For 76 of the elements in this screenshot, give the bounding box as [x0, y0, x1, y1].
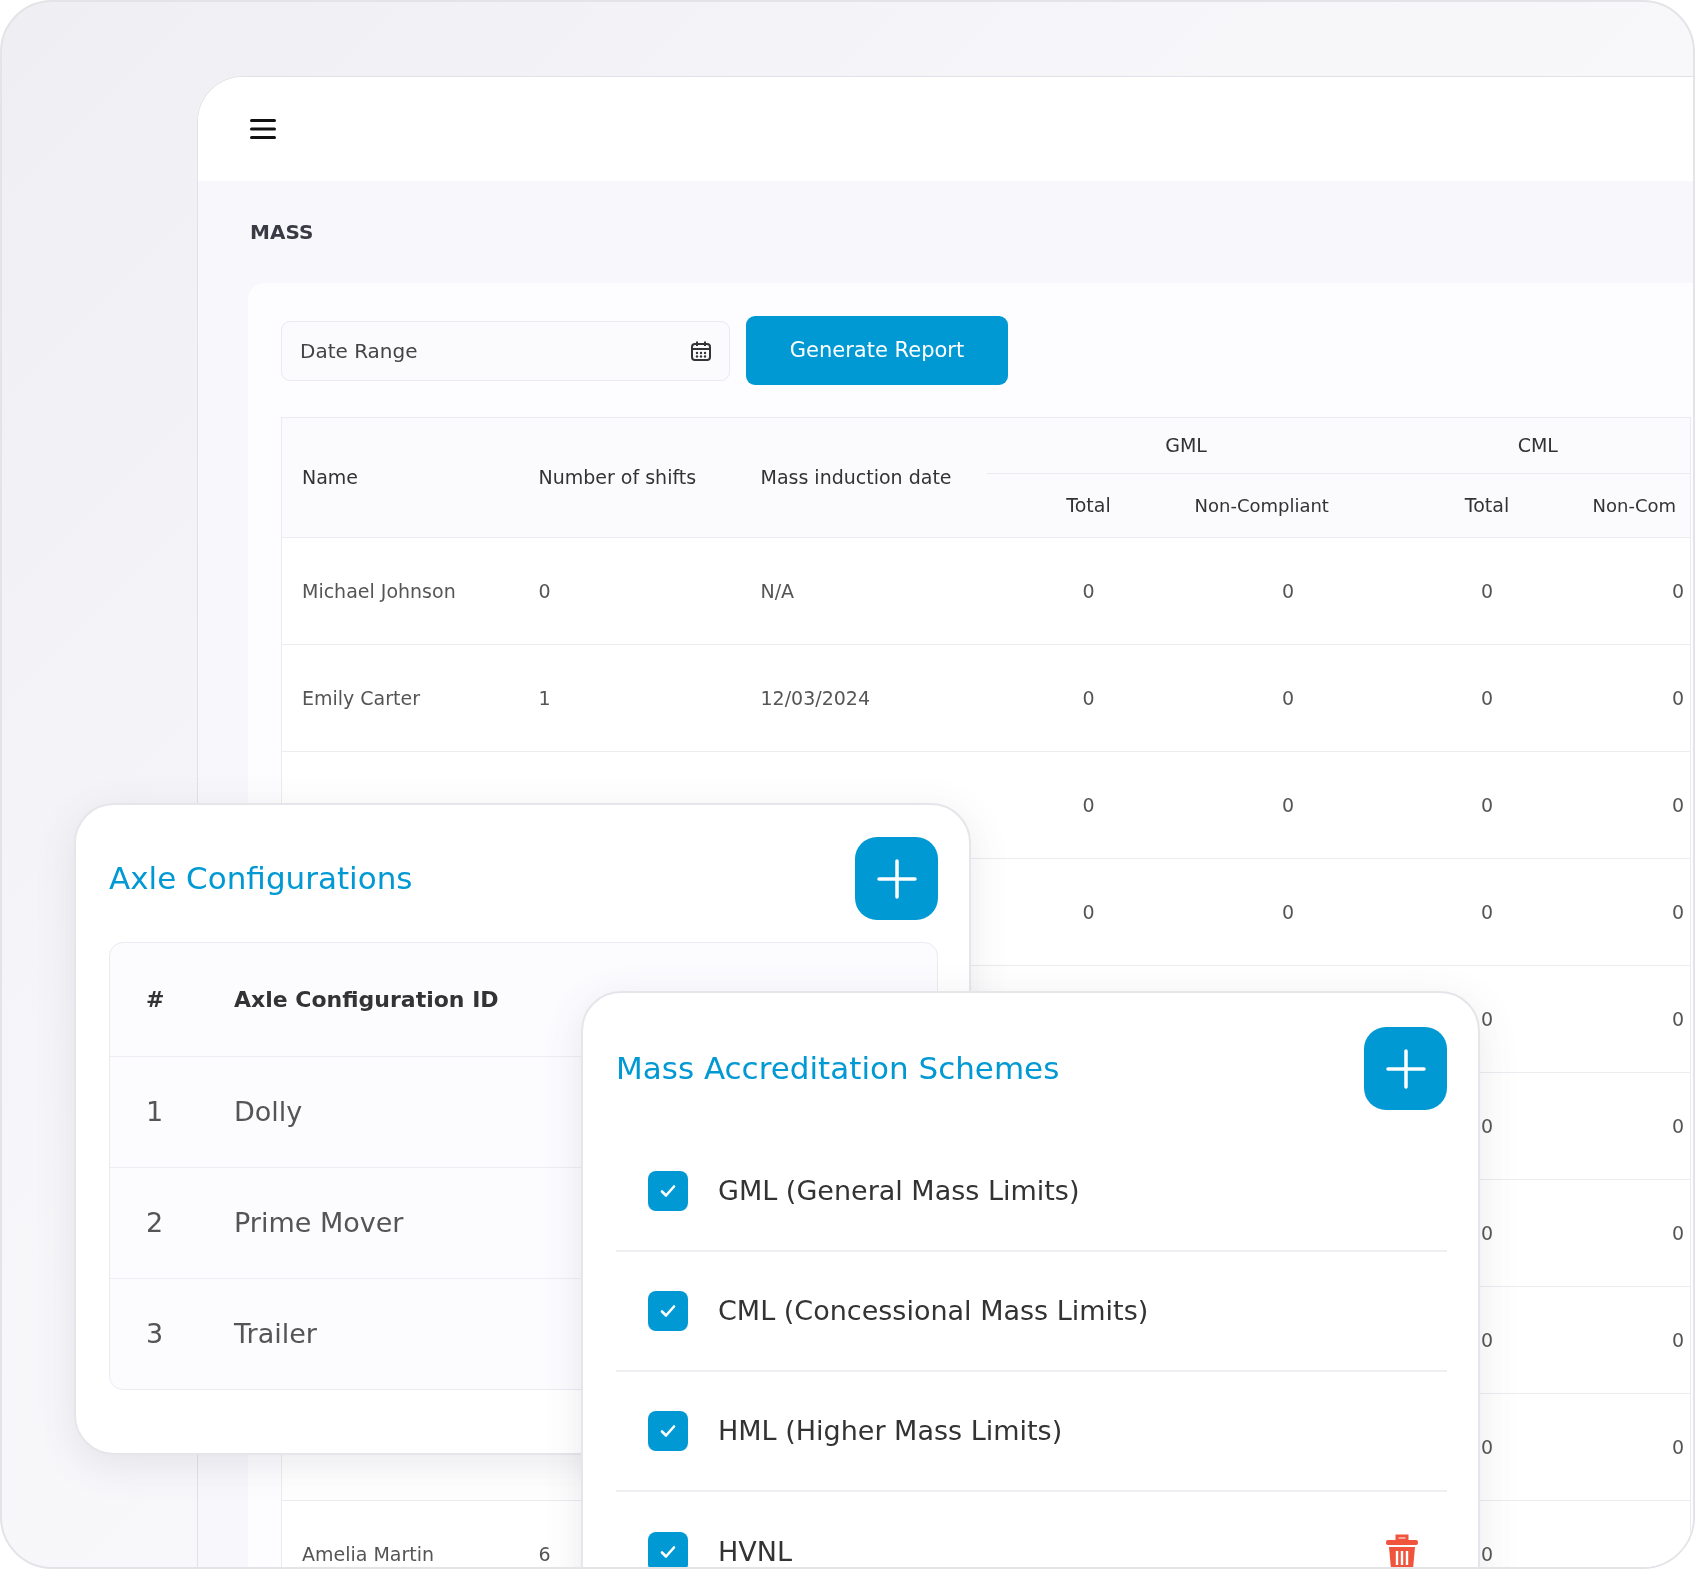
date-range-field[interactable]: Date Range [281, 320, 730, 381]
table-cell-text: Trailer [234, 1316, 317, 1351]
check-icon [658, 1303, 678, 1319]
table-cell: 0 [1281, 793, 1295, 816]
table-cell: 6 [538, 1542, 551, 1565]
scheme-label: GML (General Mass Limits) [718, 1173, 1081, 1208]
card-title: Axle Configurations [109, 859, 413, 899]
row-number: 3 [146, 1317, 164, 1349]
column-header: Non-Compliant [1194, 495, 1329, 516]
check-icon [658, 1544, 678, 1560]
table-cell-text: Dolly [234, 1094, 303, 1129]
table-cell: 0 [1671, 900, 1684, 923]
table-cell: 0 [1281, 579, 1295, 602]
table-cell: 0 [1480, 793, 1494, 816]
table-cell: 0 [1671, 793, 1684, 816]
table-cell: Amelia Martin [302, 1542, 435, 1565]
table-cell: 0 [1671, 686, 1684, 709]
generate-report-button[interactable]: Generate Report [746, 316, 1008, 385]
table-cell: 0 [1480, 686, 1494, 709]
table-cell: 0 [1281, 686, 1295, 709]
table-cell: 0 [1671, 1328, 1684, 1351]
checkbox[interactable] [648, 1291, 688, 1331]
table-cell: 0 [1480, 1221, 1494, 1244]
checkbox[interactable] [648, 1171, 688, 1211]
scheme-label: HVNL [718, 1534, 793, 1567]
table-cell: 0 [1082, 900, 1095, 923]
table-cell: Emily Carter [302, 686, 421, 709]
check-icon [658, 1423, 678, 1439]
page-title: MASS [250, 219, 315, 246]
table-cell: 12/03/2024 [760, 686, 870, 709]
column-header: Name [302, 466, 359, 489]
scheme-label: HML (Higher Mass Limits) [718, 1413, 1064, 1448]
card-title: Mass Accreditation Schemes [616, 1049, 1060, 1089]
table-cell: 0 [1082, 686, 1095, 709]
menu-icon[interactable] [250, 119, 276, 139]
table-cell: 0 [1082, 579, 1095, 602]
column-header: # [145, 986, 166, 1014]
column-header: Number of shifts [538, 466, 697, 489]
column-header: Non-Com [1592, 495, 1676, 516]
table-cell: 0 [1480, 1435, 1494, 1458]
checkbox[interactable] [648, 1532, 688, 1567]
table-cell: 0 [1480, 1007, 1494, 1030]
table-cell: 1 [538, 686, 551, 709]
table-cell: 0 [1082, 793, 1095, 816]
table-cell: 0 [1281, 900, 1295, 923]
table-cell: 0 [1480, 579, 1494, 602]
column-header: Total [1464, 494, 1510, 517]
table-cell: 0 [1671, 1114, 1684, 1137]
calendar-icon [690, 339, 712, 362]
checkbox[interactable] [648, 1411, 688, 1451]
column-header: Mass induction date [760, 466, 952, 489]
row-number: 2 [146, 1206, 164, 1238]
column-group-header: CML [1517, 434, 1558, 457]
add-button[interactable] [1364, 1027, 1447, 1110]
trash-icon[interactable] [1385, 1534, 1419, 1567]
plus-icon [1385, 1048, 1426, 1089]
row-number: 1 [146, 1095, 164, 1127]
table-cell: 0 [1671, 1221, 1684, 1244]
column-header: Axle Configuration ID [234, 986, 499, 1014]
table-cell: N/A [760, 579, 795, 602]
check-icon [658, 1183, 678, 1199]
table-cell: 0 [1671, 1435, 1684, 1458]
plus-icon [876, 858, 917, 899]
table-cell-text: Prime Mover [234, 1205, 404, 1240]
table-cell: 0 [1480, 1114, 1494, 1137]
table-cell: 0 [1480, 1328, 1494, 1351]
table-cell: 0 [1480, 1542, 1494, 1565]
column-header: Total [1066, 494, 1111, 517]
scheme-label: CML (Concessional Mass Limits) [718, 1293, 1150, 1328]
table-cell: 0 [1671, 579, 1684, 602]
table-cell: Michael Johnson [302, 579, 456, 602]
table-cell: 0 [1671, 1007, 1684, 1030]
table-cell: 0 [1480, 900, 1494, 923]
add-button[interactable] [855, 837, 938, 920]
column-group-header: GML [1165, 434, 1207, 457]
table-cell: 0 [538, 579, 551, 602]
